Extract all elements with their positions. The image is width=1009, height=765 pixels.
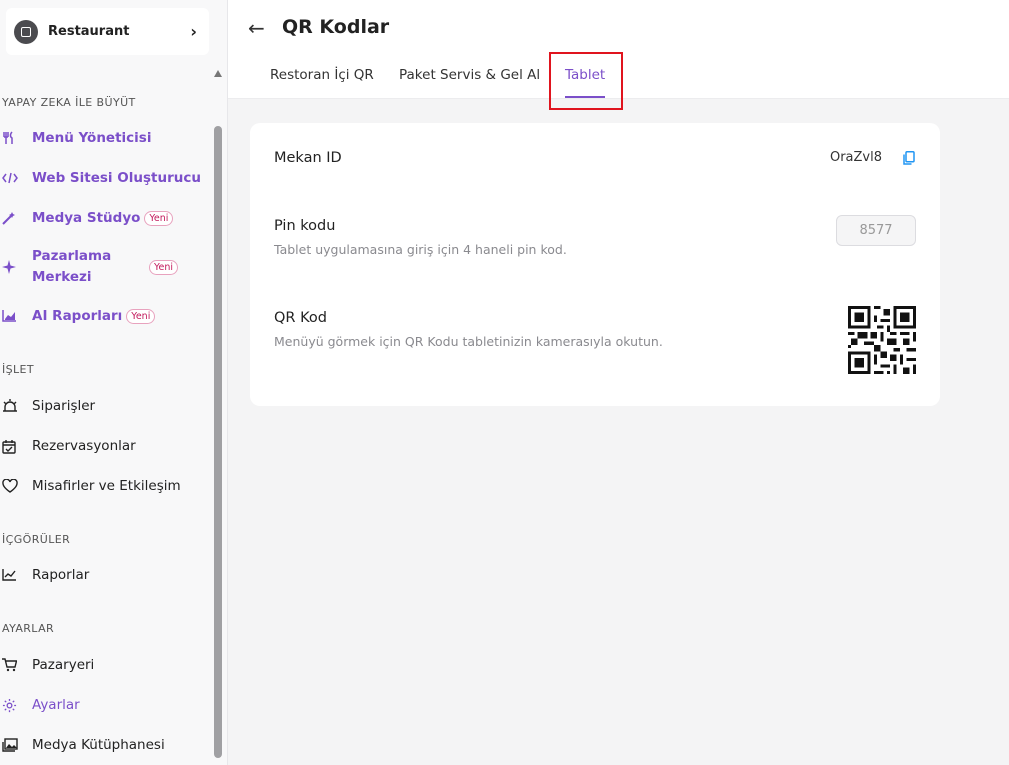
heart-icon xyxy=(0,476,24,496)
gear-icon xyxy=(0,695,24,715)
chart-icon xyxy=(0,306,24,326)
sidebar-item-label: Pazaryeri xyxy=(32,657,95,673)
sidebar-nav: YAPAY ZEKA İLE BÜYÜT Menü Yöneticisi Web… xyxy=(0,62,212,765)
main-content: ← QR Kodlar Restoran İçi QR Paket Servis… xyxy=(228,0,1009,765)
sidebar-item-reservations[interactable]: Rezervasyonlar xyxy=(0,436,205,456)
qr-code-image xyxy=(848,306,916,374)
line-chart-icon xyxy=(0,565,24,585)
tab-takeaway[interactable]: Paket Servis & Gel Al xyxy=(399,67,540,83)
section-title-operate: İŞLET xyxy=(2,363,35,376)
sidebar-item-label: Raporlar xyxy=(32,567,90,583)
tab-restaurant-qr[interactable]: Restoran İçi QR xyxy=(270,67,374,83)
venue-id-title: Mekan ID xyxy=(274,150,342,166)
venue-id-value: OraZvl8 xyxy=(829,150,882,165)
highlight-box xyxy=(549,52,623,110)
copy-icon[interactable] xyxy=(903,150,915,165)
chevron-right-icon: › xyxy=(190,22,197,41)
sidebar-item-marketplace[interactable]: Pazaryeri xyxy=(0,655,205,675)
cutlery-icon xyxy=(0,128,24,148)
sidebar-item-settings[interactable]: Ayarlar xyxy=(0,695,205,715)
qr-code-title: QR Kod xyxy=(274,310,327,326)
sidebar-item-media-library[interactable]: Medya Kütüphanesi xyxy=(0,735,205,755)
image-library-icon xyxy=(0,735,24,755)
scroll-up-arrow-icon[interactable] xyxy=(214,70,222,77)
sidebar-item-label: Menü Yöneticisi xyxy=(32,130,152,146)
sparkle-icon xyxy=(0,257,24,277)
sidebar-item-ai-reports[interactable]: AI Raporları Yeni xyxy=(0,306,205,326)
sidebar-item-label: Rezervasyonlar xyxy=(32,438,136,454)
sidebar-item-label: Misafirler ve Etkileşim xyxy=(32,478,181,494)
sidebar-item-label: Pazarlama Merkezi xyxy=(32,248,112,285)
cart-icon xyxy=(0,655,24,675)
pin-code-title: Pin kodu xyxy=(274,218,336,234)
tablet-settings-card: Mekan ID OraZvl8 Pin kodu Tablet uygulam… xyxy=(250,123,940,406)
page-title: QR Kodlar xyxy=(282,16,390,38)
back-arrow-icon[interactable]: ← xyxy=(248,16,265,40)
section-title-insights: İÇGÖRÜLER xyxy=(2,533,71,546)
pin-code-field[interactable]: 8577 xyxy=(836,215,916,246)
store-icon xyxy=(14,19,38,44)
pin-code-description: Tablet uygulamasına giriş için 4 haneli … xyxy=(274,242,567,257)
sidebar-item-website-builder[interactable]: Web Sitesi Oluşturucu xyxy=(0,168,205,188)
code-icon xyxy=(0,168,24,188)
sidebar-item-label: AI Raporları xyxy=(32,308,123,324)
section-title-ai: YAPAY ZEKA İLE BÜYÜT xyxy=(2,96,136,109)
qr-code-description: Menüyü görmek için QR Kodu tabletinizin … xyxy=(274,334,663,349)
sidebar-scrollbar[interactable] xyxy=(212,62,224,765)
new-badge: Yeni xyxy=(149,259,179,275)
store-name: Restaurant xyxy=(48,24,130,39)
sidebar-item-label: Medya Stüdyo xyxy=(32,210,141,226)
calendar-check-icon xyxy=(0,436,24,456)
sidebar-item-guests[interactable]: Misafirler ve Etkileşim xyxy=(0,476,205,496)
sidebar-item-marketing-center[interactable]: Pazarlama Merkezi Yeni xyxy=(0,246,205,288)
sidebar-item-label: Siparişler xyxy=(32,398,96,414)
sidebar: Restaurant › YAPAY ZEKA İLE BÜYÜT Menü Y… xyxy=(0,0,228,765)
section-title-settings: AYARLAR xyxy=(2,622,55,635)
sidebar-item-menu-manager[interactable]: Menü Yöneticisi xyxy=(0,128,205,148)
sidebar-item-orders[interactable]: Siparişler xyxy=(0,396,205,416)
page-header: ← QR Kodlar Restoran İçi QR Paket Servis… xyxy=(228,0,1009,110)
sidebar-item-label: Ayarlar xyxy=(32,697,80,713)
magic-wand-icon xyxy=(0,208,24,228)
scrollbar-thumb[interactable] xyxy=(214,126,222,758)
sidebar-item-label: Medya Kütüphanesi xyxy=(32,737,165,753)
sidebar-item-label: Web Sitesi Oluşturucu xyxy=(32,170,201,186)
store-switcher[interactable]: Restaurant › xyxy=(6,8,209,55)
sidebar-item-media-studio[interactable]: Medya Stüdyo Yeni xyxy=(0,208,205,228)
bell-icon xyxy=(0,396,24,416)
new-badge: Yeni xyxy=(126,308,156,324)
sidebar-item-reports[interactable]: Raporlar xyxy=(0,565,205,585)
new-badge: Yeni xyxy=(144,210,174,226)
